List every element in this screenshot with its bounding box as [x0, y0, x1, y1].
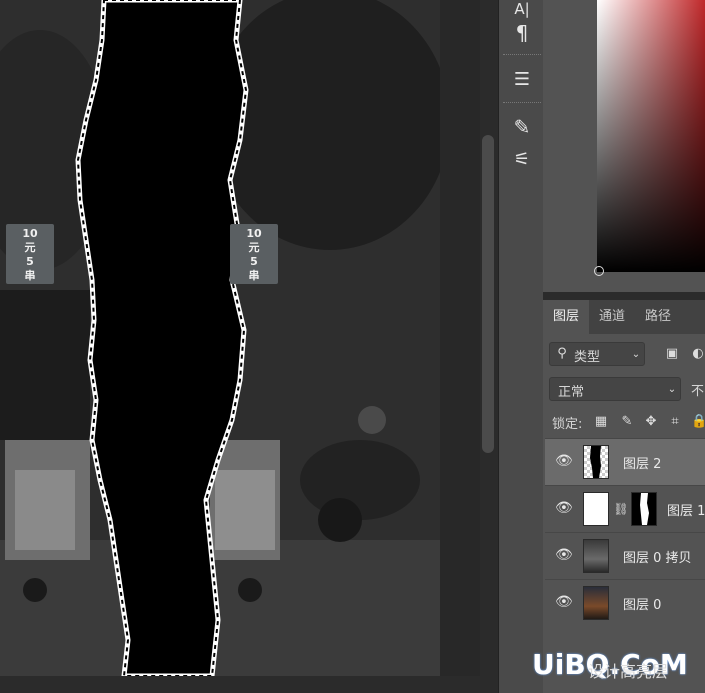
price-sign-right: 10 元 5 串: [230, 224, 278, 284]
layer-name[interactable]: 图层 1: [667, 500, 705, 519]
layer-row[interactable]: 👁 ⛓ 图层 1: [545, 485, 705, 532]
tab-layers[interactable]: 图层: [543, 300, 590, 334]
lock-all-icon[interactable]: 🔒: [691, 414, 705, 430]
sign-text: 元: [248, 241, 260, 254]
adjustments-icon[interactable]: ☰: [503, 62, 541, 96]
toolbar-divider: [503, 102, 541, 105]
color-picker-field[interactable]: [597, 0, 705, 272]
layer-name[interactable]: 图层 2: [623, 453, 661, 472]
layer-mask-thumbnail[interactable]: [631, 492, 657, 526]
brush-settings-icon[interactable]: ✎: [503, 110, 541, 144]
sign-text: 5: [26, 255, 34, 268]
site-watermark: UiBQ.CoM 设计高亮层: [532, 648, 688, 681]
link-icon[interactable]: ⛓: [613, 501, 629, 517]
eye-icon[interactable]: 👁: [555, 594, 573, 610]
artboard-lock-icon[interactable]: ⌗: [667, 414, 683, 430]
layer-name[interactable]: 图层 0 拷贝: [623, 547, 692, 566]
chevron-down-icon: ⌄: [667, 384, 677, 395]
eye-icon[interactable]: 👁: [555, 547, 573, 563]
layer-filter-dropdown[interactable]: ⚲ 类型 ⌄: [549, 342, 645, 366]
blend-mode-label: 正常: [558, 385, 585, 400]
vertical-scrollbar-thumb[interactable]: [482, 135, 494, 453]
layer-row[interactable]: 👁 图层 0 拷贝: [545, 532, 705, 579]
eye-icon[interactable]: 👁: [555, 500, 573, 516]
eye-icon[interactable]: 👁: [555, 453, 573, 469]
layer-filter-label: 类型: [574, 350, 601, 365]
lock-label: 锁定:: [552, 417, 583, 432]
horizontal-scrollbar[interactable]: [0, 676, 480, 693]
opacity-label: 不: [691, 384, 705, 399]
lock-transparent-pixels-icon[interactable]: ▦: [593, 414, 609, 430]
search-icon: ⚲: [557, 346, 567, 361]
blend-mode-dropdown[interactable]: 正常 ⌄: [549, 377, 681, 401]
torn-paper-artwork: [0, 0, 440, 676]
sign-text: 元: [24, 241, 36, 254]
layer-row[interactable]: 👁 图层 2: [545, 438, 705, 485]
photo-canvas[interactable]: 10 元 5 串 10 元 5 串: [0, 0, 440, 676]
lock-row: 锁定: ▦ ✎ ✥ ⌗ 🔒: [549, 410, 705, 434]
layer-thumbnail: [583, 445, 609, 479]
brush-presets-icon[interactable]: ⚟: [503, 142, 541, 176]
toolbar-divider: [503, 54, 541, 57]
layer-thumbnail: [583, 539, 609, 573]
image-filter-icon[interactable]: ▣: [664, 346, 680, 362]
sign-text: 10: [246, 227, 262, 240]
layers-panel-tabs: 图层 通道 路径: [543, 300, 705, 334]
document-canvas-area[interactable]: 10 元 5 串 10 元 5 串: [0, 0, 480, 693]
panel-divider: [543, 292, 705, 300]
watermark-subtext: 设计高亮层: [588, 662, 669, 681]
tab-paths[interactable]: 路径: [635, 300, 681, 334]
layer-thumbnail: [583, 492, 609, 526]
layer-thumbnail: [583, 586, 609, 620]
adjustment-filter-icon[interactable]: ◐: [690, 346, 705, 362]
lock-position-icon[interactable]: ✥: [643, 414, 659, 430]
layer-name[interactable]: 图层 0: [623, 594, 661, 613]
sign-text: 10: [22, 227, 38, 240]
color-picker-handle[interactable]: [594, 266, 604, 276]
panel-icon-strip: A| ¶ ☰ ✎ ⚟: [498, 0, 544, 693]
sign-text: 串: [24, 269, 36, 282]
price-sign-left: 10 元 5 串: [6, 224, 54, 284]
sign-text: 串: [248, 269, 260, 282]
lock-image-pixels-icon[interactable]: ✎: [619, 414, 635, 430]
sign-text: 5: [250, 255, 258, 268]
chevron-down-icon: ⌄: [631, 349, 641, 360]
layer-row[interactable]: 👁 图层 0: [545, 579, 705, 626]
tab-channels[interactable]: 通道: [589, 300, 635, 334]
paragraph-icon[interactable]: ¶: [503, 16, 541, 50]
